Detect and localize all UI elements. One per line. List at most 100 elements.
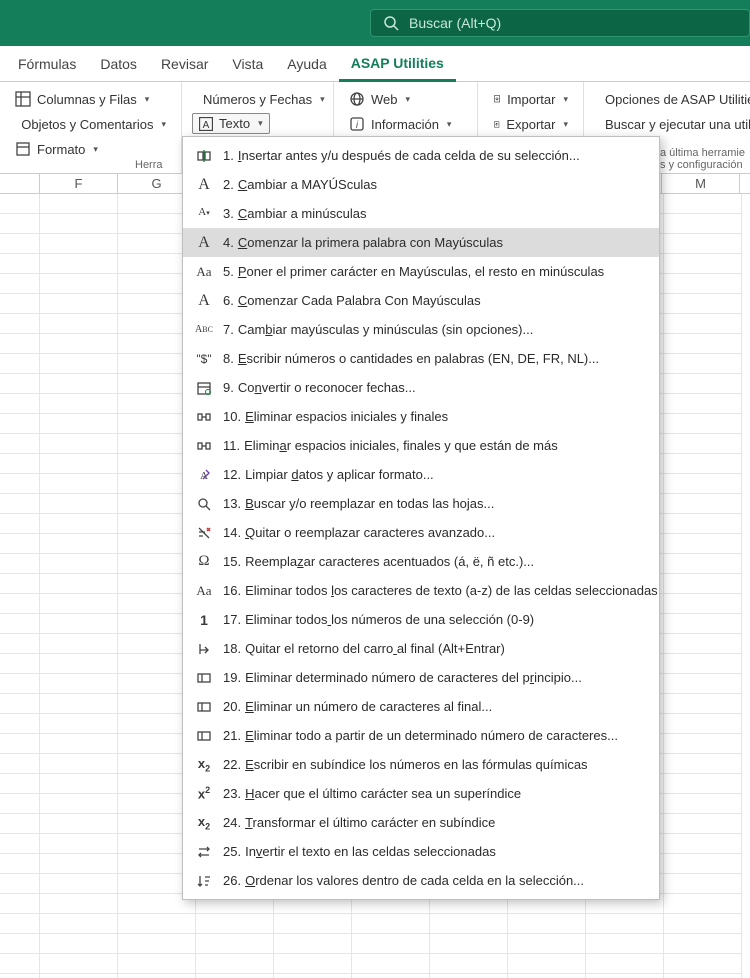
grid-cell[interactable] [664, 554, 742, 574]
menu-item-18[interactable]: 18.Quitar el retorno del carro al final … [183, 634, 659, 663]
grid-cell[interactable] [664, 974, 742, 978]
grid-cell[interactable] [664, 854, 742, 874]
texto-button[interactable]: A Texto▾ [192, 113, 270, 134]
grid-cell[interactable] [40, 414, 118, 434]
col-header-n[interactable]: N [740, 174, 750, 194]
menu-item-22[interactable]: x222.Escribir en subíndice los números e… [183, 750, 659, 779]
grid-cell[interactable] [0, 234, 40, 254]
grid-cell[interactable] [664, 534, 742, 554]
grid-cell[interactable] [0, 974, 40, 978]
grid-cell[interactable] [0, 694, 40, 714]
grid-cell[interactable] [0, 354, 40, 374]
grid-cell[interactable] [40, 754, 118, 774]
menu-item-7[interactable]: ABC7.Cambiar mayúsculas y minúsculas (si… [183, 315, 659, 344]
menu-item-3[interactable]: A▾3.Cambiar a minúsculas [183, 199, 659, 228]
menu-item-16[interactable]: Aa16.Eliminar todos los caracteres de te… [183, 576, 659, 605]
grid-cell[interactable] [0, 194, 40, 214]
grid-cell[interactable] [40, 594, 118, 614]
grid-cell[interactable] [40, 854, 118, 874]
grid-cell[interactable] [664, 754, 742, 774]
grid-cell[interactable] [0, 314, 40, 334]
grid-cell[interactable] [274, 934, 352, 954]
grid-cell[interactable] [664, 794, 742, 814]
grid-cell[interactable] [40, 394, 118, 414]
grid-cell[interactable] [40, 334, 118, 354]
grid-cell[interactable] [0, 494, 40, 514]
grid-cell[interactable] [664, 434, 742, 454]
menu-item-4[interactable]: A4.Comenzar la primera palabra con Mayús… [183, 228, 659, 257]
grid-cell[interactable] [586, 914, 664, 934]
grid-cell[interactable] [40, 234, 118, 254]
grid-cell[interactable] [196, 934, 274, 954]
grid-cell[interactable] [40, 194, 118, 214]
grid-cell[interactable] [40, 494, 118, 514]
menu-item-5[interactable]: Aa5.Poner el primer carácter en Mayúscul… [183, 257, 659, 286]
tab-vista[interactable]: Vista [220, 48, 275, 80]
grid-cell[interactable] [430, 934, 508, 954]
tab-formulas[interactable]: Fórmulas [6, 48, 88, 80]
grid-cell[interactable] [586, 954, 664, 974]
grid-cell[interactable] [0, 854, 40, 874]
importar-button[interactable]: Importar▾ [488, 88, 573, 110]
grid-cell[interactable] [0, 814, 40, 834]
grid-cell[interactable] [40, 374, 118, 394]
grid-cell[interactable] [0, 294, 40, 314]
grid-cell[interactable] [40, 294, 118, 314]
col-header-corner[interactable] [0, 174, 40, 194]
grid-cell[interactable] [0, 474, 40, 494]
grid-cell[interactable] [664, 834, 742, 854]
grid-cell[interactable] [40, 534, 118, 554]
grid-cell[interactable] [40, 734, 118, 754]
grid-cell[interactable] [0, 614, 40, 634]
columnas-filas-button[interactable]: Columnas y Filas▾ [10, 88, 171, 110]
grid-cell[interactable] [430, 954, 508, 974]
grid-cell[interactable] [664, 274, 742, 294]
grid-cell[interactable] [40, 674, 118, 694]
grid-cell[interactable] [0, 374, 40, 394]
grid-cell[interactable] [40, 894, 118, 914]
grid-cell[interactable] [664, 294, 742, 314]
grid-cell[interactable] [196, 954, 274, 974]
grid-cell[interactable] [664, 914, 742, 934]
grid-cell[interactable] [664, 774, 742, 794]
grid-cell[interactable] [196, 914, 274, 934]
grid-cell[interactable] [664, 394, 742, 414]
grid-cell[interactable] [508, 954, 586, 974]
grid-cell[interactable] [118, 954, 196, 974]
col-header-m[interactable]: M [662, 174, 740, 194]
grid-cell[interactable] [274, 914, 352, 934]
grid-cell[interactable] [664, 354, 742, 374]
grid-cell[interactable] [40, 274, 118, 294]
grid-cell[interactable] [40, 714, 118, 734]
grid-cell[interactable] [0, 914, 40, 934]
menu-item-9[interactable]: 9.Convertir o reconocer fechas... [183, 373, 659, 402]
grid-cell[interactable] [40, 434, 118, 454]
grid-cell[interactable] [40, 514, 118, 534]
grid-cell[interactable] [664, 814, 742, 834]
grid-cell[interactable] [0, 334, 40, 354]
grid-cell[interactable] [40, 654, 118, 674]
grid-cell[interactable] [664, 314, 742, 334]
grid-cell[interactable] [0, 754, 40, 774]
grid-cell[interactable] [0, 594, 40, 614]
menu-item-13[interactable]: 13.Buscar y/o reemplazar en todas las ho… [183, 489, 659, 518]
formato-button[interactable]: Formato▾ [10, 138, 171, 160]
grid-cell[interactable] [664, 254, 742, 274]
grid-cell[interactable] [664, 334, 742, 354]
grid-cell[interactable] [352, 914, 430, 934]
col-header-f[interactable]: F [40, 174, 118, 194]
menu-item-10[interactable]: 10.Eliminar espacios iniciales y finales [183, 402, 659, 431]
grid-cell[interactable] [664, 674, 742, 694]
grid-cell[interactable] [40, 814, 118, 834]
grid-cell[interactable] [40, 694, 118, 714]
objetos-comentarios-button[interactable]: Objetos y Comentarios▾ [10, 113, 171, 135]
grid-cell[interactable] [0, 414, 40, 434]
menu-item-19[interactable]: 19.Eliminar determinado número de caract… [183, 663, 659, 692]
grid-cell[interactable] [0, 874, 40, 894]
grid-cell[interactable] [430, 914, 508, 934]
grid-cell[interactable] [0, 894, 40, 914]
grid-cell[interactable] [664, 734, 742, 754]
menu-item-15[interactable]: Ω15.Reemplazar caracteres acentuados (á,… [183, 547, 659, 576]
grid-cell[interactable] [508, 934, 586, 954]
grid-cell[interactable] [664, 614, 742, 634]
